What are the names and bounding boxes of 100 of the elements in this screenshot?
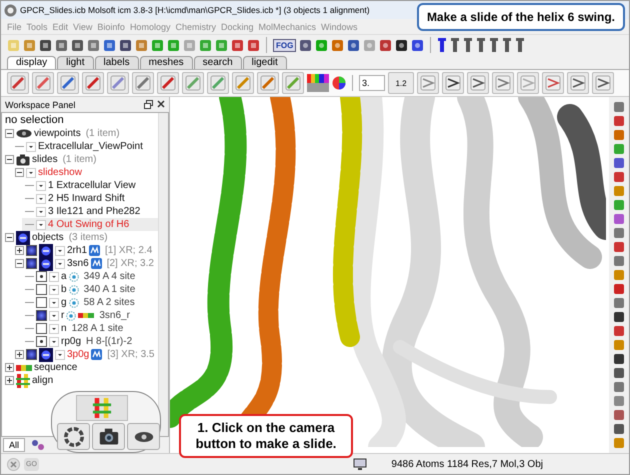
toolbar-button[interactable] [567,72,589,94]
undock-icon[interactable] [144,100,153,109]
alignment-icon [92,398,112,418]
tree-item-label: b [61,284,67,295]
value-spin-field[interactable]: 3. [359,75,385,91]
display-checkbox[interactable] [26,349,37,360]
tree-item[interactable]: Extracellular_ViewPoint [12,140,158,153]
toolbar-icon[interactable] [613,311,625,323]
toolbar-icon[interactable] [411,38,424,52]
tab[interactable]: labels [94,56,139,69]
tab[interactable]: display [7,56,56,69]
color-wheel-icon[interactable] [332,76,346,90]
distance-button[interactable]: 1.2 [388,72,414,94]
camera-button[interactable] [92,423,125,450]
tree-item-label: 3 Ile121 and Phe282 [48,206,140,217]
display-checkbox[interactable] [36,297,47,308]
toolbar-button[interactable] [82,72,104,94]
toolbar-icon[interactable] [347,38,360,52]
toolbar-icon[interactable] [71,38,84,52]
tree-item[interactable]: slideshow [12,166,158,179]
toolbar-button[interactable] [442,72,464,94]
fog-button[interactable]: FOG [273,38,296,52]
expand-icon[interactable] [5,376,14,385]
tree-item[interactable]: 4 Out Swing of H6 [22,218,158,231]
tree-item[interactable]: 2rh1 [1] XR; 2.4 [12,244,158,257]
expand-icon[interactable] [5,363,14,372]
tree-item[interactable]: a 349 A 4 site [22,270,158,283]
toolbar-button[interactable] [467,72,489,94]
collapse-icon[interactable] [5,129,14,138]
layer-icon[interactable] [502,38,512,52]
monitor-icon[interactable] [353,458,368,470]
tree-item[interactable]: r 3sn6_r [22,309,158,322]
expand-icon[interactable] [15,350,24,359]
tab[interactable]: ligedit [242,56,287,69]
toolbar-button[interactable] [592,72,614,94]
scrollbar[interactable] [158,113,168,436]
display-checkbox[interactable] [36,336,47,347]
close-icon[interactable] [157,100,165,108]
collapse-icon[interactable] [15,168,24,177]
layer-icon[interactable] [515,38,526,52]
tree-item[interactable]: rp0g H 8-[(1r)-2 [22,335,158,348]
toolbar-icon[interactable] [613,423,625,435]
toolbar-button[interactable] [157,72,179,94]
layer-icon[interactable] [437,38,448,52]
toolbar-icon[interactable] [299,38,312,52]
status-text: 9486 Atoms 1184 Res,7 Mol,3 Obj [391,458,543,470]
toolbar-icon[interactable] [613,367,625,379]
toolbar-icon[interactable] [119,38,132,52]
color-palette-icon[interactable] [307,74,329,92]
chevron-icon [570,75,586,91]
tab[interactable]: All [3,438,26,452]
tree-item[interactable]: 1 Extracellular View [22,179,158,192]
tree-item[interactable]: objects (3 items) [2,231,158,244]
tree-item[interactable]: 3p0g [3] XR; 3.5 [12,348,158,361]
tree-item[interactable]: 3sn6 [2] XR; 3.2 [12,257,158,270]
tree-item[interactable]: slides (1 item) [2,153,158,166]
aperture-button[interactable] [57,423,90,450]
tab[interactable]: meshes [140,56,193,69]
tree-item[interactable]: b 340 A 1 site [22,283,158,296]
molecule-badge-icon [91,349,102,360]
layer-icon[interactable] [463,38,474,52]
dropdown-caret-icon[interactable] [26,142,36,152]
instruction-tooltip: Make a slide of the helix 6 swing. [416,3,625,31]
toolbar-icon[interactable] [395,38,408,52]
display-checkbox[interactable] [26,245,37,256]
layer-icon[interactable] [450,38,460,52]
line-style-icon [85,75,101,91]
layer-icon[interactable] [489,38,500,52]
camera-icon [98,426,118,446]
tree-item-label: 3sn6 [67,258,89,269]
tree-item[interactable]: 2 H5 Inward Shift [22,192,158,205]
molecule-tab-icon[interactable] [31,439,46,451]
tree-item[interactable]: g 58 A 2 sites [22,296,158,309]
eye-button[interactable] [127,423,160,450]
tab[interactable]: light [57,56,94,69]
display-checkbox[interactable] [36,284,47,295]
tree-item-label: 1 Extracellular View [48,180,136,191]
display-checkbox[interactable] [36,310,47,321]
display-checkbox[interactable] [36,323,47,334]
tree-item[interactable]: viewpoints (1 item) [2,127,158,140]
expand-icon[interactable] [15,246,24,255]
layer-icon[interactable] [476,38,486,52]
collapse-icon[interactable] [15,259,24,268]
tab[interactable]: search [194,56,242,69]
display-checkbox[interactable] [36,271,47,282]
tree-item-label: n [61,323,67,334]
collapse-icon[interactable] [5,155,14,164]
collapse-icon[interactable] [5,233,14,242]
line-style-icon [235,75,251,91]
toolbar-icon[interactable] [39,38,52,52]
tree-item[interactable]: n 128 A 1 site [22,322,158,335]
tree-item[interactable]: align [2,374,158,387]
sequence-bar-icon [16,364,32,370]
display-checkbox[interactable] [26,258,37,269]
line-style-icon [285,75,301,91]
toolbar-icon[interactable] [613,353,625,365]
tree-item[interactable]: 3 Ile121 and Phe282 [22,205,158,218]
tree-item[interactable]: sequence [2,361,158,374]
stop-icon[interactable] [7,458,20,470]
line-style-icon [185,75,201,91]
